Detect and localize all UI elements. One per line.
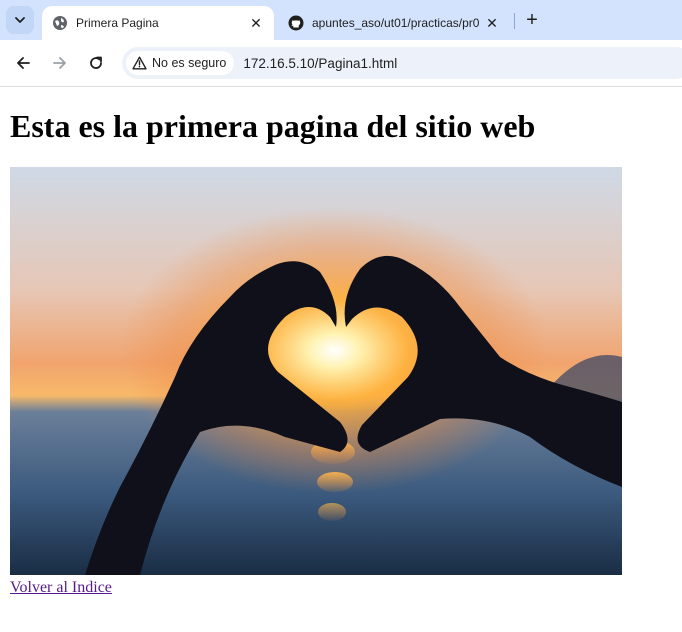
tab-search-button[interactable] — [6, 6, 34, 34]
reload-button[interactable] — [83, 50, 109, 76]
tab-strip: Primera Pagina ✕ apuntes_aso/ut01/practi… — [0, 0, 682, 40]
tab-title: apuntes_aso/ut01/practicas/pr0 — [312, 16, 480, 30]
warning-icon — [132, 56, 147, 70]
arrow-left-icon — [17, 57, 30, 69]
close-tab-icon[interactable]: ✕ — [482, 13, 502, 33]
heart-sunset-image — [10, 167, 622, 575]
address-bar[interactable]: No es seguro 172.16.5.10/Pagina1.html — [122, 47, 682, 79]
tab-apuntes-aso[interactable]: apuntes_aso/ut01/practicas/pr0 ✕ — [278, 6, 510, 40]
tab-title: Primera Pagina — [76, 16, 159, 30]
new-tab-button[interactable]: + — [520, 8, 544, 32]
back-button[interactable] — [10, 50, 36, 76]
close-tab-icon[interactable]: ✕ — [246, 13, 266, 33]
tab-primera-pagina[interactable]: Primera Pagina ✕ — [42, 6, 274, 40]
page-heading: Esta es la primera pagina del sitio web — [10, 108, 536, 144]
chevron-down-icon — [15, 17, 25, 23]
back-to-index-link[interactable]: Volver al Indice — [10, 579, 112, 597]
security-label: No es seguro — [152, 56, 227, 70]
browser-toolbar: No es seguro 172.16.5.10/Pagina1.html — [0, 40, 682, 87]
globe-icon — [52, 15, 68, 31]
github-icon — [288, 15, 304, 31]
security-chip[interactable]: No es seguro — [126, 51, 235, 75]
reload-icon — [90, 56, 102, 69]
forward-button[interactable] — [47, 50, 73, 76]
url-text[interactable]: 172.16.5.10/Pagina1.html — [243, 56, 397, 71]
arrow-right-icon — [53, 57, 66, 69]
page-content: Esta es la primera pagina del sitio web — [0, 87, 682, 632]
tab-separator — [514, 13, 515, 29]
